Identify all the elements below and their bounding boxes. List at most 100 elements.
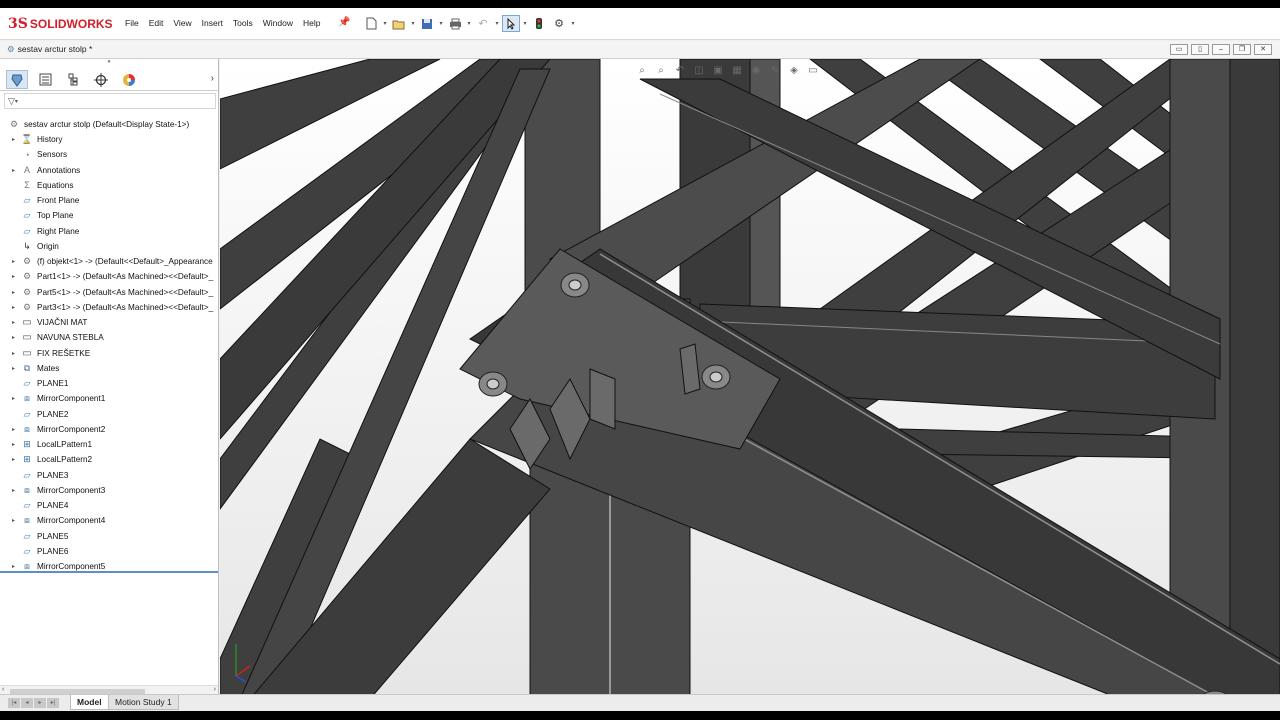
view-settings-icon[interactable]: ▭: [806, 63, 820, 77]
edit-appearance-icon[interactable]: ✎: [768, 63, 782, 77]
tree-item[interactable]: ▱ PLANE6: [0, 544, 218, 559]
tree-item[interactable]: ↳ Origin: [0, 239, 218, 254]
expand-arrow-icon[interactable]: ▸: [9, 395, 18, 402]
open-icon[interactable]: [390, 15, 408, 32]
feature-manager-tab-icon[interactable]: [6, 70, 28, 89]
tree-item[interactable]: ▱ PLANE1: [0, 376, 218, 391]
tab-model[interactable]: Model: [70, 695, 109, 710]
tree-root-assembly[interactable]: ⚙ sestav arctur stolp (Default<Display S…: [0, 117, 218, 132]
tree-item[interactable]: ▸ ⧈ MirrorComponent2: [0, 422, 218, 437]
tree-item[interactable]: ▸ ▭ FIX REŠETKE: [0, 346, 218, 361]
panel-splitter-handle[interactable]: ●: [0, 59, 218, 69]
save-dropdown-icon[interactable]: ▾: [438, 15, 444, 32]
prev-tab-icon[interactable]: ◂: [21, 698, 33, 708]
expand-arrow-icon[interactable]: ▸: [9, 273, 18, 280]
print-icon[interactable]: [446, 15, 464, 32]
configuration-manager-tab-icon[interactable]: [62, 70, 84, 89]
hide-show-items-icon[interactable]: ◉: [749, 63, 763, 77]
tree-item[interactable]: ▱ PLANE2: [0, 407, 218, 422]
scroll-right-icon[interactable]: ›: [214, 686, 216, 693]
minimize-icon[interactable]: –: [1212, 44, 1230, 55]
tree-item[interactable]: ▸ ⚙ Part3<1> -> (Default<As Machined><<Def…: [0, 300, 218, 315]
expand-arrow-icon[interactable]: ▸: [9, 258, 18, 265]
first-tab-icon[interactable]: |◂: [8, 698, 20, 708]
scroll-left-icon[interactable]: ‹: [2, 686, 4, 693]
tree-item[interactable]: ▱ PLANE4: [0, 498, 218, 513]
tree-item[interactable]: ▱ PLANE3: [0, 468, 218, 483]
options-gear-icon[interactable]: ⚙: [550, 15, 568, 32]
tree-item[interactable]: ▸ ⌛ History: [0, 132, 218, 147]
expand-arrow-icon[interactable]: ▸: [9, 487, 18, 494]
print-dropdown-icon[interactable]: ▾: [466, 15, 472, 32]
tree-item[interactable]: ◔ Sensors: [0, 147, 218, 162]
restore-icon[interactable]: ❐: [1233, 44, 1251, 55]
tree-item[interactable]: ▸ ▭ VIJAČNI MAT: [0, 315, 218, 330]
tree-item[interactable]: ▱ Top Plane: [0, 208, 218, 223]
menu-tools[interactable]: Tools: [228, 18, 258, 28]
new-dropdown-icon[interactable]: ▾: [382, 15, 388, 32]
tree-item[interactable]: ▸ ⊞ LocalLPattern2: [0, 452, 218, 467]
expand-arrow-icon[interactable]: ▸: [9, 136, 18, 143]
menu-insert[interactable]: Insert: [197, 18, 228, 28]
expand-arrow-icon[interactable]: ▸: [9, 334, 18, 341]
expand-arrow-icon[interactable]: ▸: [9, 517, 18, 524]
tree-item[interactable]: ▸ A Annotations: [0, 163, 218, 178]
apply-scene-icon[interactable]: ◈: [787, 63, 801, 77]
zoom-to-area-icon[interactable]: ⌕: [654, 63, 668, 77]
undo-dropdown-icon[interactable]: ▾: [494, 15, 500, 32]
pin-icon[interactable]: 📌: [338, 17, 350, 28]
expand-arrow-icon[interactable]: ▸: [9, 441, 18, 448]
display-style-icon[interactable]: ▦: [730, 63, 744, 77]
save-icon[interactable]: [418, 15, 436, 32]
view-orientation-icon[interactable]: ▣: [711, 63, 725, 77]
rebuild-icon[interactable]: [530, 15, 548, 32]
tree-item[interactable]: ▸ ▭ NAVUNA STEBLA: [0, 330, 218, 345]
tab-motion-study-1[interactable]: Motion Study 1: [108, 695, 179, 710]
section-view-icon[interactable]: ◫: [692, 63, 706, 77]
expand-arrow-icon[interactable]: ▸: [9, 350, 18, 357]
zoom-to-fit-icon[interactable]: ⌕: [635, 63, 649, 77]
menu-help[interactable]: Help: [298, 18, 325, 28]
next-tab-icon[interactable]: ▸: [34, 698, 46, 708]
undo-icon[interactable]: ↶: [474, 15, 492, 32]
previous-view-icon[interactable]: ↶: [673, 63, 687, 77]
expand-arrow-icon[interactable]: ▸: [9, 563, 18, 570]
tree-filter-field[interactable]: ▽ ▾: [4, 93, 216, 109]
expand-arrow-icon[interactable]: ▸: [9, 456, 18, 463]
menu-file[interactable]: File: [120, 18, 144, 28]
new-document-icon[interactable]: [362, 15, 380, 32]
tree-item[interactable]: ▱ PLANE5: [0, 529, 218, 544]
tree-item[interactable]: ▸ ⧉ Mates: [0, 361, 218, 376]
expand-arrow-icon[interactable]: ▸: [9, 426, 18, 433]
menu-view[interactable]: View: [168, 18, 196, 28]
tree-item[interactable]: ▸ ⚙ Part1<1> -> (Default<As Machined><<Def…: [0, 269, 218, 284]
tree-item[interactable]: ▸ ⚙ Part5<1> -> (Default<As Machined><<Def…: [0, 285, 218, 300]
dimxpert-manager-tab-icon[interactable]: [90, 70, 112, 89]
open-dropdown-icon[interactable]: ▾: [410, 15, 416, 32]
select-pointer-icon[interactable]: [502, 15, 520, 32]
tree-item[interactable]: ▱ Front Plane: [0, 193, 218, 208]
solidworks-logo[interactable]: 3S SOLIDWORKS: [8, 14, 113, 34]
tree-item[interactable]: ▸ ⧈ MirrorComponent3: [0, 483, 218, 498]
expand-arrow-icon[interactable]: ▸: [9, 167, 18, 174]
tree-item[interactable]: ▸ ⚙ (f) objekt<1> -> (Default<<Default>_Ap…: [0, 254, 218, 269]
close-icon[interactable]: ✕: [1254, 44, 1272, 55]
tile-vertical-icon[interactable]: ▯: [1191, 44, 1209, 55]
expand-arrow-icon[interactable]: ▸: [9, 304, 18, 311]
last-tab-icon[interactable]: ▸|: [47, 698, 59, 708]
menu-edit[interactable]: Edit: [144, 18, 169, 28]
property-manager-tab-icon[interactable]: [34, 70, 56, 89]
expand-arrow-icon[interactable]: ▸: [9, 365, 18, 372]
tree-item[interactable]: ▸ ⧈ MirrorComponent4: [0, 513, 218, 528]
select-dropdown-icon[interactable]: ▾: [522, 15, 528, 32]
options-dropdown-icon[interactable]: ▾: [570, 15, 576, 32]
panel-tabs-more-icon[interactable]: ›: [211, 73, 214, 84]
expand-arrow-icon[interactable]: ▸: [9, 319, 18, 326]
tree-item[interactable]: Σ Equations: [0, 178, 218, 193]
expand-arrow-icon[interactable]: ▸: [9, 289, 18, 296]
display-manager-tab-icon[interactable]: [118, 70, 140, 89]
tile-horizontal-icon[interactable]: ▭: [1170, 44, 1188, 55]
tree-item[interactable]: ▱ Right Plane: [0, 224, 218, 239]
menu-window[interactable]: Window: [258, 18, 298, 28]
graphics-area[interactable]: ⌕ ⌕ ↶ ◫ ▣ ▦ ◉ ✎ ◈ ▭: [220, 59, 1280, 699]
